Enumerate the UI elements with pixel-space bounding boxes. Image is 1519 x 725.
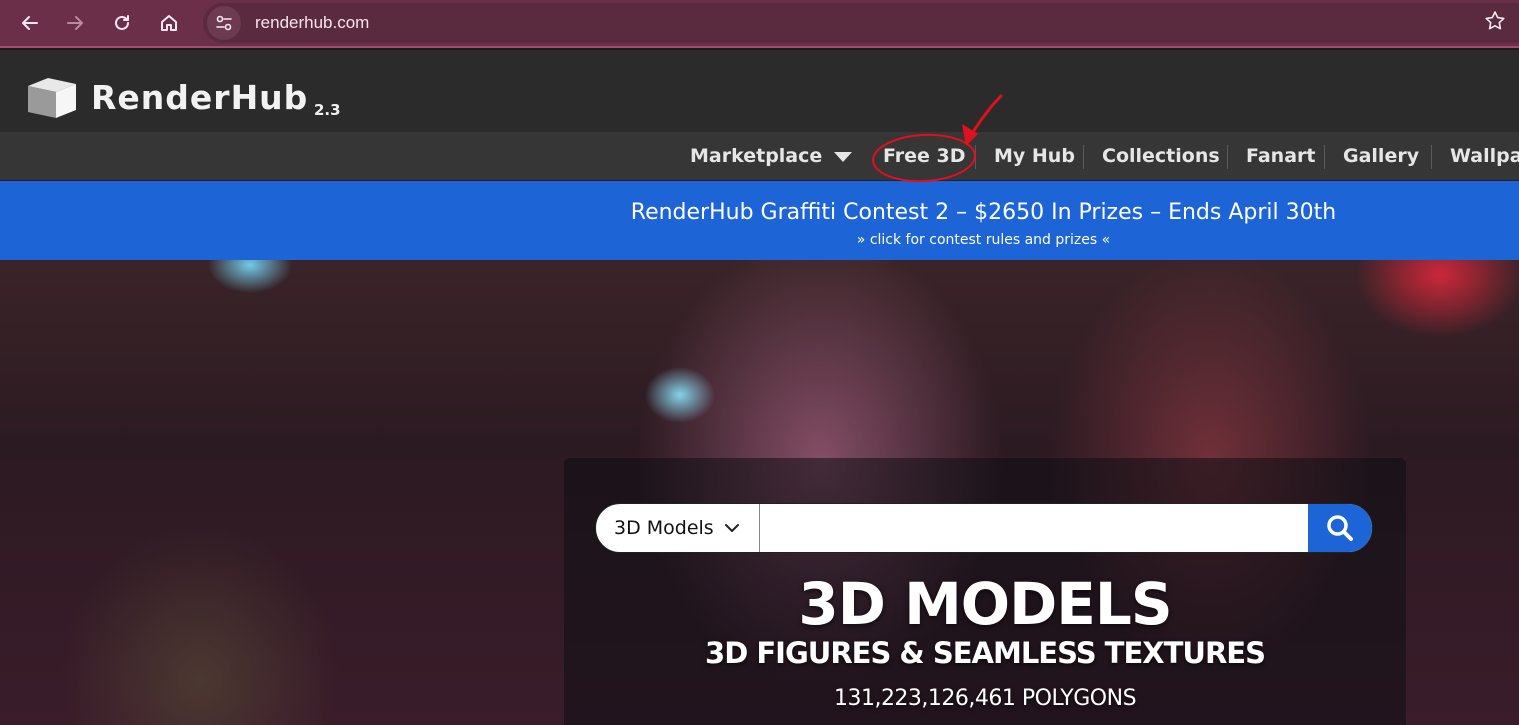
- site-header: RenderHub 2.3: [0, 50, 1519, 132]
- main-nav: Marketplace Free 3D My Hub Collections F…: [0, 132, 1519, 181]
- nav-wallpapers[interactable]: Wallpap: [1450, 132, 1519, 180]
- nav-gallery[interactable]: Gallery: [1343, 132, 1420, 180]
- nav-fanart[interactable]: Fanart: [1246, 132, 1316, 180]
- nav-gallery-label: Gallery: [1343, 145, 1420, 167]
- site-info-icon[interactable]: [207, 6, 241, 40]
- nav-free-3d-label: Free 3D: [883, 145, 966, 167]
- nav-wallpapers-label: Wallpap: [1450, 145, 1519, 167]
- search-input[interactable]: [760, 504, 1308, 552]
- nav-marketplace[interactable]: Marketplace: [690, 132, 853, 180]
- banner-subtitle: » click for contest rules and prizes «: [856, 232, 1111, 248]
- polygon-count: 131,223,126,461 POLYGONS: [833, 686, 1137, 711]
- chevron-down-icon: [724, 524, 739, 532]
- home-icon[interactable]: [154, 8, 184, 38]
- banner-title: RenderHub Graffiti Contest 2 – $2650 In …: [630, 200, 1337, 225]
- search-bar: 3D Models: [595, 503, 1373, 553]
- nav-collections[interactable]: Collections: [1102, 132, 1220, 180]
- search-button[interactable]: [1308, 504, 1372, 552]
- nav-divider: [1083, 145, 1084, 169]
- nav-divider: [1324, 145, 1325, 169]
- renderhub-logo-icon[interactable]: [26, 78, 78, 120]
- site-version: 2.3: [314, 101, 341, 119]
- nav-my-hub[interactable]: My Hub: [994, 132, 1075, 180]
- nav-collections-label: Collections: [1102, 145, 1220, 167]
- back-arrow-icon[interactable]: [15, 8, 45, 38]
- forward-arrow-icon[interactable]: [60, 8, 90, 38]
- chevron-down-icon: [834, 151, 853, 162]
- nav-free-3d[interactable]: Free 3D: [883, 132, 966, 180]
- hero-subtitle: 3D FIGURES & SEAMLESS TEXTURES: [705, 636, 1266, 670]
- search-icon: [1327, 515, 1353, 541]
- nav-marketplace-label: Marketplace: [690, 145, 823, 167]
- contest-banner[interactable]: RenderHub Graffiti Contest 2 – $2650 In …: [0, 181, 1519, 260]
- search-category-select[interactable]: 3D Models: [596, 504, 760, 552]
- bookmark-star-icon[interactable]: [1483, 9, 1507, 38]
- nav-divider: [975, 145, 976, 169]
- hero-title: 3D MODELS: [798, 570, 1172, 638]
- browser-toolbar: renderhub.com: [0, 0, 1519, 48]
- search-category-label: 3D Models: [614, 517, 714, 539]
- url-text[interactable]: renderhub.com: [255, 13, 369, 33]
- nav-divider: [1227, 145, 1228, 169]
- nav-fanart-label: Fanart: [1246, 145, 1316, 167]
- address-bar[interactable]: renderhub.com: [203, 3, 1519, 43]
- nav-divider: [1431, 145, 1432, 169]
- nav-my-hub-label: My Hub: [994, 145, 1075, 167]
- site-logo-text[interactable]: RenderHub: [91, 78, 308, 117]
- reload-icon[interactable]: [107, 8, 137, 38]
